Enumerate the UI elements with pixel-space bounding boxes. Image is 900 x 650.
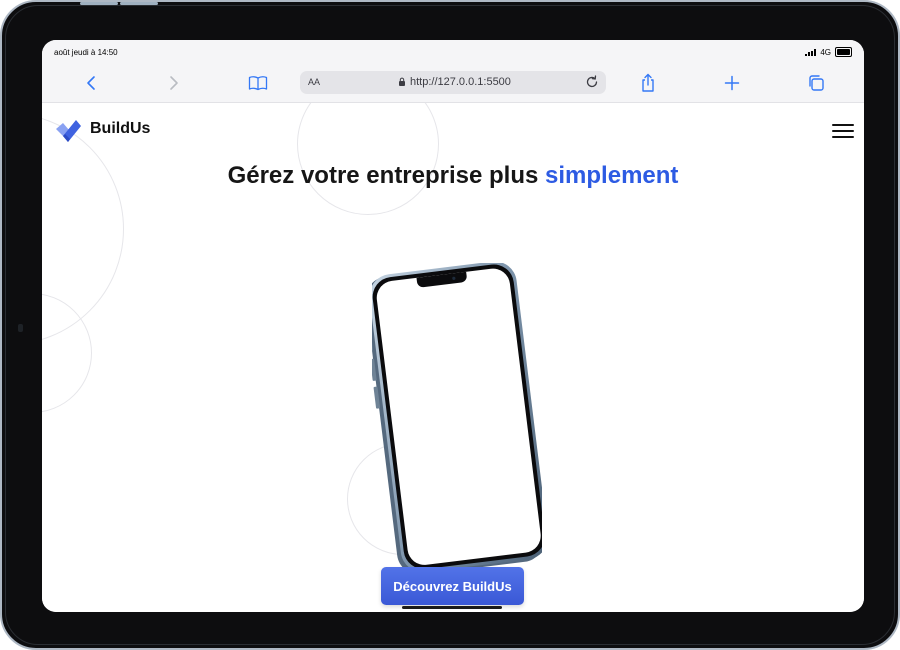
- book-icon: [248, 76, 268, 91]
- brand-logo[interactable]: BuildUs: [54, 116, 150, 142]
- tabs-icon: [809, 75, 824, 91]
- url-display[interactable]: http://127.0.0.1:5500: [398, 76, 511, 88]
- hamburger-menu-button[interactable]: [832, 124, 854, 138]
- network-label: 4G: [820, 47, 831, 57]
- browser-toolbar: AA http://127.0.0.1:5500: [42, 64, 864, 103]
- status-bar: août jeudi à 14:50 4G: [42, 40, 864, 64]
- battery-icon: [835, 47, 852, 57]
- status-time: août jeudi à 14:50: [54, 48, 118, 57]
- new-tab-button[interactable]: [721, 72, 743, 94]
- plus-icon: [724, 75, 740, 91]
- web-page: BuildUs Gérez votre entreprise plus simp…: [42, 103, 864, 612]
- back-button[interactable]: [80, 72, 102, 94]
- hero-headline: Gérez votre entreprise plus simplement: [42, 162, 864, 190]
- url-text: http://127.0.0.1:5500: [410, 76, 511, 88]
- address-bar[interactable]: AA http://127.0.0.1:5500: [300, 71, 606, 94]
- volume-button: [120, 2, 158, 5]
- bookmarks-button[interactable]: [247, 72, 269, 94]
- signal-icon: [805, 48, 817, 56]
- discover-button[interactable]: Découvrez BuildUs: [381, 567, 524, 605]
- chevron-left-icon: [87, 76, 95, 90]
- headline-accent: simplement: [545, 162, 679, 189]
- camera: [18, 324, 23, 332]
- brand-name: BuildUs: [90, 120, 151, 137]
- headline-text: Gérez votre entreprise plus: [227, 162, 539, 189]
- tabs-button[interactable]: [805, 72, 827, 94]
- share-button[interactable]: [637, 72, 659, 94]
- tablet-frame: août jeudi à 14:50 4G AA http://127.0.0.…: [0, 0, 900, 650]
- home-indicator: [402, 606, 502, 609]
- lock-icon: [399, 77, 405, 86]
- chevron-right-icon: [170, 76, 178, 90]
- volume-button: [80, 2, 118, 5]
- text-size-button[interactable]: AA: [308, 77, 320, 87]
- forward-button[interactable]: [163, 72, 185, 94]
- decorative-circle: [297, 103, 439, 215]
- phone-mockup-image: [372, 263, 542, 575]
- screen: août jeudi à 14:50 4G AA http://127.0.0.…: [42, 40, 864, 612]
- share-icon: [642, 73, 654, 92]
- reload-icon[interactable]: [584, 74, 600, 90]
- buildus-logo-icon: [56, 120, 81, 142]
- status-indicators: 4G: [805, 47, 852, 57]
